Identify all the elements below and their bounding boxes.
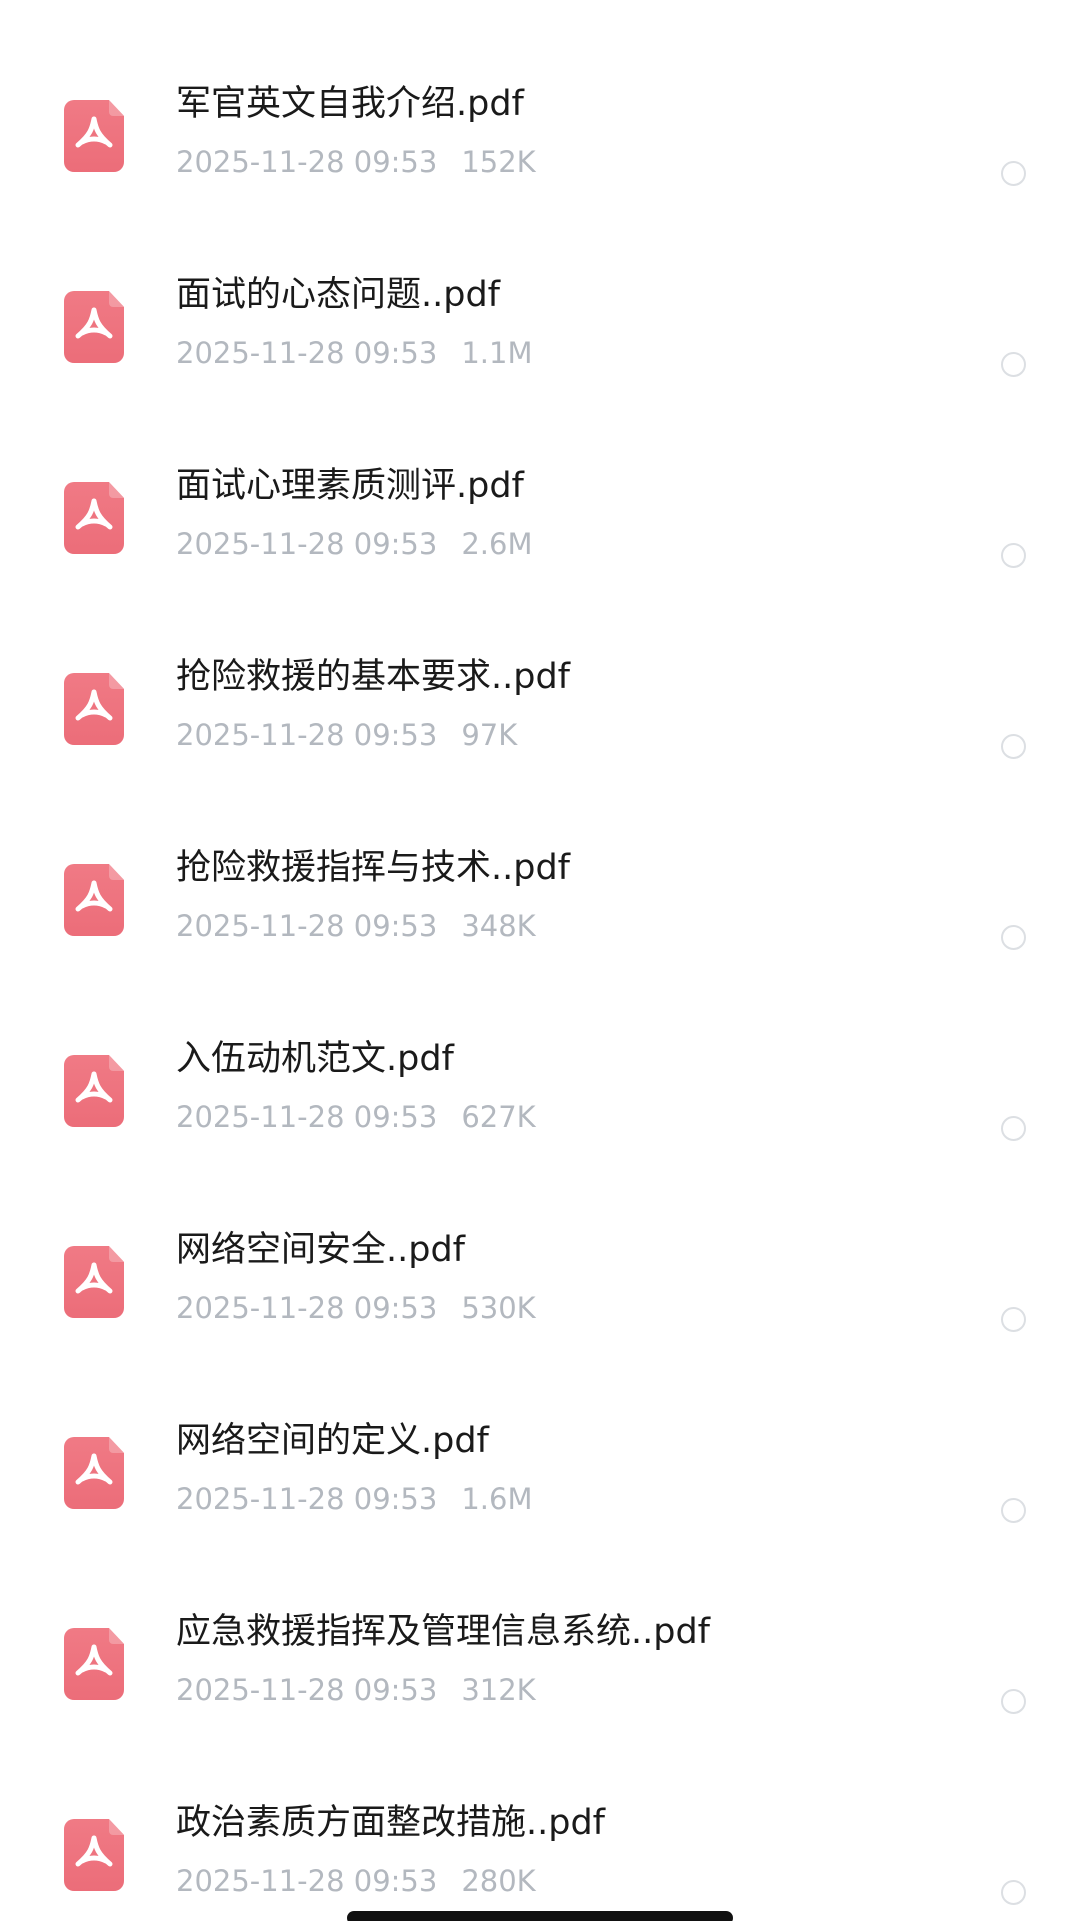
file-name: 面试的心态问题..pdf <box>176 275 501 315</box>
file-date: 2025-11-28 09:53 <box>176 1864 438 1898</box>
file-size: 530K <box>461 1291 536 1325</box>
select-radio[interactable] <box>1001 161 1026 186</box>
file-name: 抢险救援的基本要求..pdf <box>176 657 571 697</box>
file-list-card: 军官英文自我介绍.pdf 2025-11-28 09:53 152K 面试的心态问… <box>0 0 1080 1921</box>
file-date: 2025-11-28 09:53 <box>176 718 438 752</box>
select-radio[interactable] <box>1001 1307 1026 1332</box>
file-row[interactable]: 抢险救援的基本要求..pdf 2025-11-28 09:53 97K <box>0 613 1080 804</box>
select-radio[interactable] <box>1001 925 1026 950</box>
pdf-icon <box>64 1437 124 1509</box>
file-name: 网络空间的定义.pdf <box>176 1421 489 1461</box>
pdf-icon <box>64 1246 124 1318</box>
select-radio[interactable] <box>1001 734 1026 759</box>
file-size: 627K <box>461 1100 536 1134</box>
pdf-icon <box>64 864 124 936</box>
file-size: 97K <box>461 718 518 752</box>
file-row[interactable]: 应急救援指挥及管理信息系统..pdf 2025-11-28 09:53 312K <box>0 1568 1080 1759</box>
file-date: 2025-11-28 09:53 <box>176 909 438 943</box>
file-meta: 2025-11-28 09:53 97K <box>176 717 517 753</box>
pdf-icon <box>64 673 124 745</box>
select-radio[interactable] <box>1001 1498 1026 1523</box>
select-radio[interactable] <box>1001 1116 1026 1141</box>
file-row[interactable]: 军官英文自我介绍.pdf 2025-11-28 09:53 152K <box>0 40 1080 231</box>
select-radio[interactable] <box>1001 352 1026 377</box>
file-name: 应急救援指挥及管理信息系统..pdf <box>176 1612 711 1652</box>
file-size: 312K <box>461 1673 536 1707</box>
file-date: 2025-11-28 09:53 <box>176 1291 438 1325</box>
file-size: 152K <box>461 145 536 179</box>
file-row[interactable]: 面试心理素质测评.pdf 2025-11-28 09:53 2.6M <box>0 422 1080 613</box>
file-date: 2025-11-28 09:53 <box>176 336 438 370</box>
file-date: 2025-11-28 09:53 <box>176 1100 438 1134</box>
pdf-icon <box>64 291 124 363</box>
home-indicator <box>347 1911 733 1921</box>
file-date: 2025-11-28 09:53 <box>176 527 438 561</box>
file-meta: 2025-11-28 09:53 280K <box>176 1863 536 1899</box>
pdf-icon <box>64 1055 124 1127</box>
file-row[interactable]: 抢险救援指挥与技术..pdf 2025-11-28 09:53 348K <box>0 804 1080 995</box>
select-radio[interactable] <box>1001 1689 1026 1714</box>
file-meta: 2025-11-28 09:53 2.6M <box>176 526 532 562</box>
file-meta: 2025-11-28 09:53 1.6M <box>176 1481 532 1517</box>
file-meta: 2025-11-28 09:53 152K <box>176 144 536 180</box>
file-row[interactable]: 入伍动机范文.pdf 2025-11-28 09:53 627K <box>0 995 1080 1186</box>
file-name: 面试心理素质测评.pdf <box>176 466 524 506</box>
file-size: 1.1M <box>461 336 533 370</box>
file-date: 2025-11-28 09:53 <box>176 1673 438 1707</box>
file-row[interactable]: 政治素质方面整改措施..pdf 2025-11-28 09:53 280K <box>0 1759 1080 1921</box>
pdf-icon <box>64 482 124 554</box>
file-meta: 2025-11-28 09:53 530K <box>176 1290 536 1326</box>
file-row[interactable]: 网络空间的定义.pdf 2025-11-28 09:53 1.6M <box>0 1377 1080 1568</box>
file-meta: 2025-11-28 09:53 312K <box>176 1672 536 1708</box>
file-date: 2025-11-28 09:53 <box>176 1482 438 1516</box>
file-size: 2.6M <box>461 527 533 561</box>
file-name: 网络空间安全..pdf <box>176 1230 466 1270</box>
file-meta: 2025-11-28 09:53 1.1M <box>176 335 532 371</box>
file-row[interactable]: 网络空间安全..pdf 2025-11-28 09:53 530K <box>0 1186 1080 1377</box>
file-row[interactable]: 面试的心态问题..pdf 2025-11-28 09:53 1.1M <box>0 231 1080 422</box>
pdf-icon <box>64 1628 124 1700</box>
select-radio[interactable] <box>1001 543 1026 568</box>
pdf-icon <box>64 100 124 172</box>
file-date: 2025-11-28 09:53 <box>176 145 438 179</box>
file-name: 抢险救援指挥与技术..pdf <box>176 848 571 888</box>
file-meta: 2025-11-28 09:53 627K <box>176 1099 536 1135</box>
file-size: 280K <box>461 1864 536 1898</box>
file-name: 军官英文自我介绍.pdf <box>176 84 524 124</box>
file-size: 348K <box>461 909 536 943</box>
file-list: 军官英文自我介绍.pdf 2025-11-28 09:53 152K 面试的心态问… <box>0 0 1080 1921</box>
file-name: 入伍动机范文.pdf <box>176 1039 454 1079</box>
pdf-icon <box>64 1819 124 1891</box>
file-size: 1.6M <box>461 1482 533 1516</box>
select-radio[interactable] <box>1001 1880 1026 1905</box>
file-name: 政治素质方面整改措施..pdf <box>176 1803 606 1843</box>
file-meta: 2025-11-28 09:53 348K <box>176 908 536 944</box>
